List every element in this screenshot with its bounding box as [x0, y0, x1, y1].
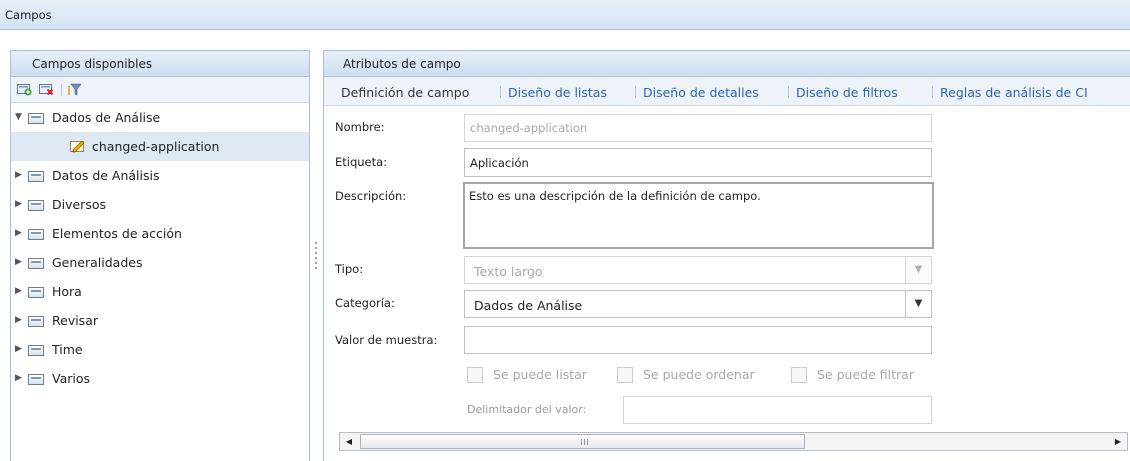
se-puede-listar-label: Se puede listar: [493, 367, 587, 382]
etiqueta-field[interactable]: [464, 148, 932, 177]
filter-icon[interactable]: [67, 83, 82, 96]
tree-item-label: changed-application: [92, 139, 220, 154]
tree-item-label: Diversos: [52, 197, 106, 212]
tab-definicion-de-campo[interactable]: Definición de campo: [341, 85, 469, 100]
available-fields-title: Campos disponibles: [32, 57, 153, 71]
tree-item-label: Hora: [52, 284, 82, 299]
descripcion-label: Descripción:: [335, 189, 407, 203]
tree-item-varios[interactable]: ▶ Varios: [11, 364, 309, 393]
tab-separator: [635, 86, 636, 98]
tree-item-hora[interactable]: ▶ Hora: [11, 277, 309, 306]
horizontal-scrollbar[interactable]: ◀ ▶: [339, 432, 1128, 451]
categoria-selected-value: Dados de Análise: [474, 298, 583, 313]
fields-toolbar: [11, 77, 309, 103]
delimitador-field[interactable]: [623, 396, 932, 424]
tab-separator: [500, 86, 501, 98]
folder-icon: [28, 229, 44, 240]
window-title-bar: Campos: [0, 0, 1130, 30]
etiqueta-label: Etiqueta:: [335, 155, 388, 169]
tree-item-label: Varios: [52, 371, 91, 386]
field-attributes-header: Atributos de campo: [324, 51, 1130, 77]
chevron-right-icon[interactable]: ▶: [15, 286, 25, 296]
scroll-right-arrow-icon[interactable]: ▶: [1110, 434, 1126, 449]
chevron-right-icon[interactable]: ▶: [15, 373, 25, 383]
scroll-left-arrow-icon[interactable]: ◀: [341, 434, 357, 449]
tree-item-changed-application[interactable]: changed-application: [11, 132, 309, 161]
tab-reglas-de-analisis-de-ci[interactable]: Reglas de análisis de CI: [940, 85, 1088, 100]
valor-de-muestra-label: Valor de muestra:: [335, 333, 438, 347]
tab-separator: [932, 86, 933, 98]
tree-item-label: Revisar: [52, 313, 98, 328]
chevron-down-icon[interactable]: ▼: [905, 291, 931, 317]
se-puede-ordenar-checkbox[interactable]: [617, 367, 633, 383]
descripcion-field[interactable]: Esto es una descripción de la definición…: [463, 182, 934, 249]
valor-de-muestra-field[interactable]: [464, 326, 932, 354]
tree-item-revisar[interactable]: ▶ Revisar: [11, 306, 309, 335]
delimitador-label: Delimitador del valor:: [467, 403, 587, 416]
folder-icon: [28, 345, 44, 356]
tree-item-dados-de-analise[interactable]: ▼ Dados de Análise: [11, 103, 309, 132]
tree-item-elementos-de-accion[interactable]: ▶ Elementos de acción: [11, 219, 309, 248]
se-puede-filtrar-label: Se puede filtrar: [817, 367, 914, 382]
chevron-down-icon[interactable]: ▼: [15, 112, 25, 122]
folder-icon: [28, 316, 44, 327]
window-title: Campos: [5, 8, 52, 22]
categoria-label: Categoría:: [335, 296, 395, 310]
chevron-right-icon[interactable]: ▶: [15, 257, 25, 267]
grip-icon: [581, 439, 590, 445]
tree-item-label: Datos de Análisis: [52, 168, 160, 183]
toolbar-separator: [61, 84, 62, 96]
chevron-right-icon[interactable]: ▶: [15, 199, 25, 209]
tipo-select[interactable]: Texto largo ▼: [464, 256, 932, 284]
tree-item-label: Dados de Análise: [52, 110, 161, 125]
tree-item-label: Time: [52, 342, 83, 357]
chevron-right-icon[interactable]: ▶: [15, 344, 25, 354]
field-attributes-title: Atributos de campo: [343, 57, 461, 71]
categoria-select[interactable]: Dados de Análise ▼: [464, 290, 932, 318]
tree-item-label: Generalidades: [52, 255, 143, 270]
tab-diseno-de-detalles[interactable]: Diseño de detalles: [643, 85, 759, 100]
pencil-icon: [70, 140, 85, 153]
delete-field-icon[interactable]: [39, 83, 54, 96]
folder-icon: [28, 258, 44, 269]
chevron-right-icon[interactable]: ▶: [15, 315, 25, 325]
tipo-label: Tipo:: [335, 262, 364, 276]
se-puede-listar-checkbox[interactable]: [467, 367, 483, 383]
tab-diseno-de-listas[interactable]: Diseño de listas: [508, 85, 607, 100]
add-field-icon[interactable]: [17, 83, 32, 96]
tipo-selected-value: Texto largo: [474, 264, 543, 279]
scrollbar-thumb[interactable]: [360, 434, 805, 449]
chevron-down-icon[interactable]: ▼: [905, 257, 931, 283]
tree-item-datos-de-analisis[interactable]: ▶ Datos de Análisis: [11, 161, 309, 190]
folder-icon: [28, 113, 44, 124]
tree-item-time[interactable]: ▶ Time: [11, 335, 309, 364]
chevron-right-icon[interactable]: ▶: [15, 228, 25, 238]
tree-item-diversos[interactable]: ▶ Diversos: [11, 190, 309, 219]
attribute-tabs: Definición de campo Diseño de listas Dis…: [324, 77, 1130, 106]
tab-diseno-de-filtros[interactable]: Diseño de filtros: [796, 85, 898, 100]
available-fields-panel: Campos disponibles ▼ Dados de Análise ch…: [10, 50, 310, 461]
folder-icon: [28, 374, 44, 385]
se-puede-ordenar-label: Se puede ordenar: [643, 367, 755, 382]
se-puede-filtrar-checkbox[interactable]: [791, 367, 807, 383]
nombre-label: Nombre:: [335, 120, 385, 134]
nombre-field[interactable]: [464, 114, 932, 142]
tree-item-generalidades[interactable]: ▶ Generalidades: [11, 248, 309, 277]
folder-icon: [28, 171, 44, 182]
chevron-right-icon[interactable]: ▶: [15, 170, 25, 180]
tree-item-label: Elementos de acción: [52, 226, 182, 241]
folder-icon: [28, 287, 44, 298]
panel-splitter-handle[interactable]: [314, 242, 318, 276]
tab-separator: [788, 86, 789, 98]
folder-icon: [28, 200, 44, 211]
available-fields-header: Campos disponibles: [11, 51, 309, 77]
